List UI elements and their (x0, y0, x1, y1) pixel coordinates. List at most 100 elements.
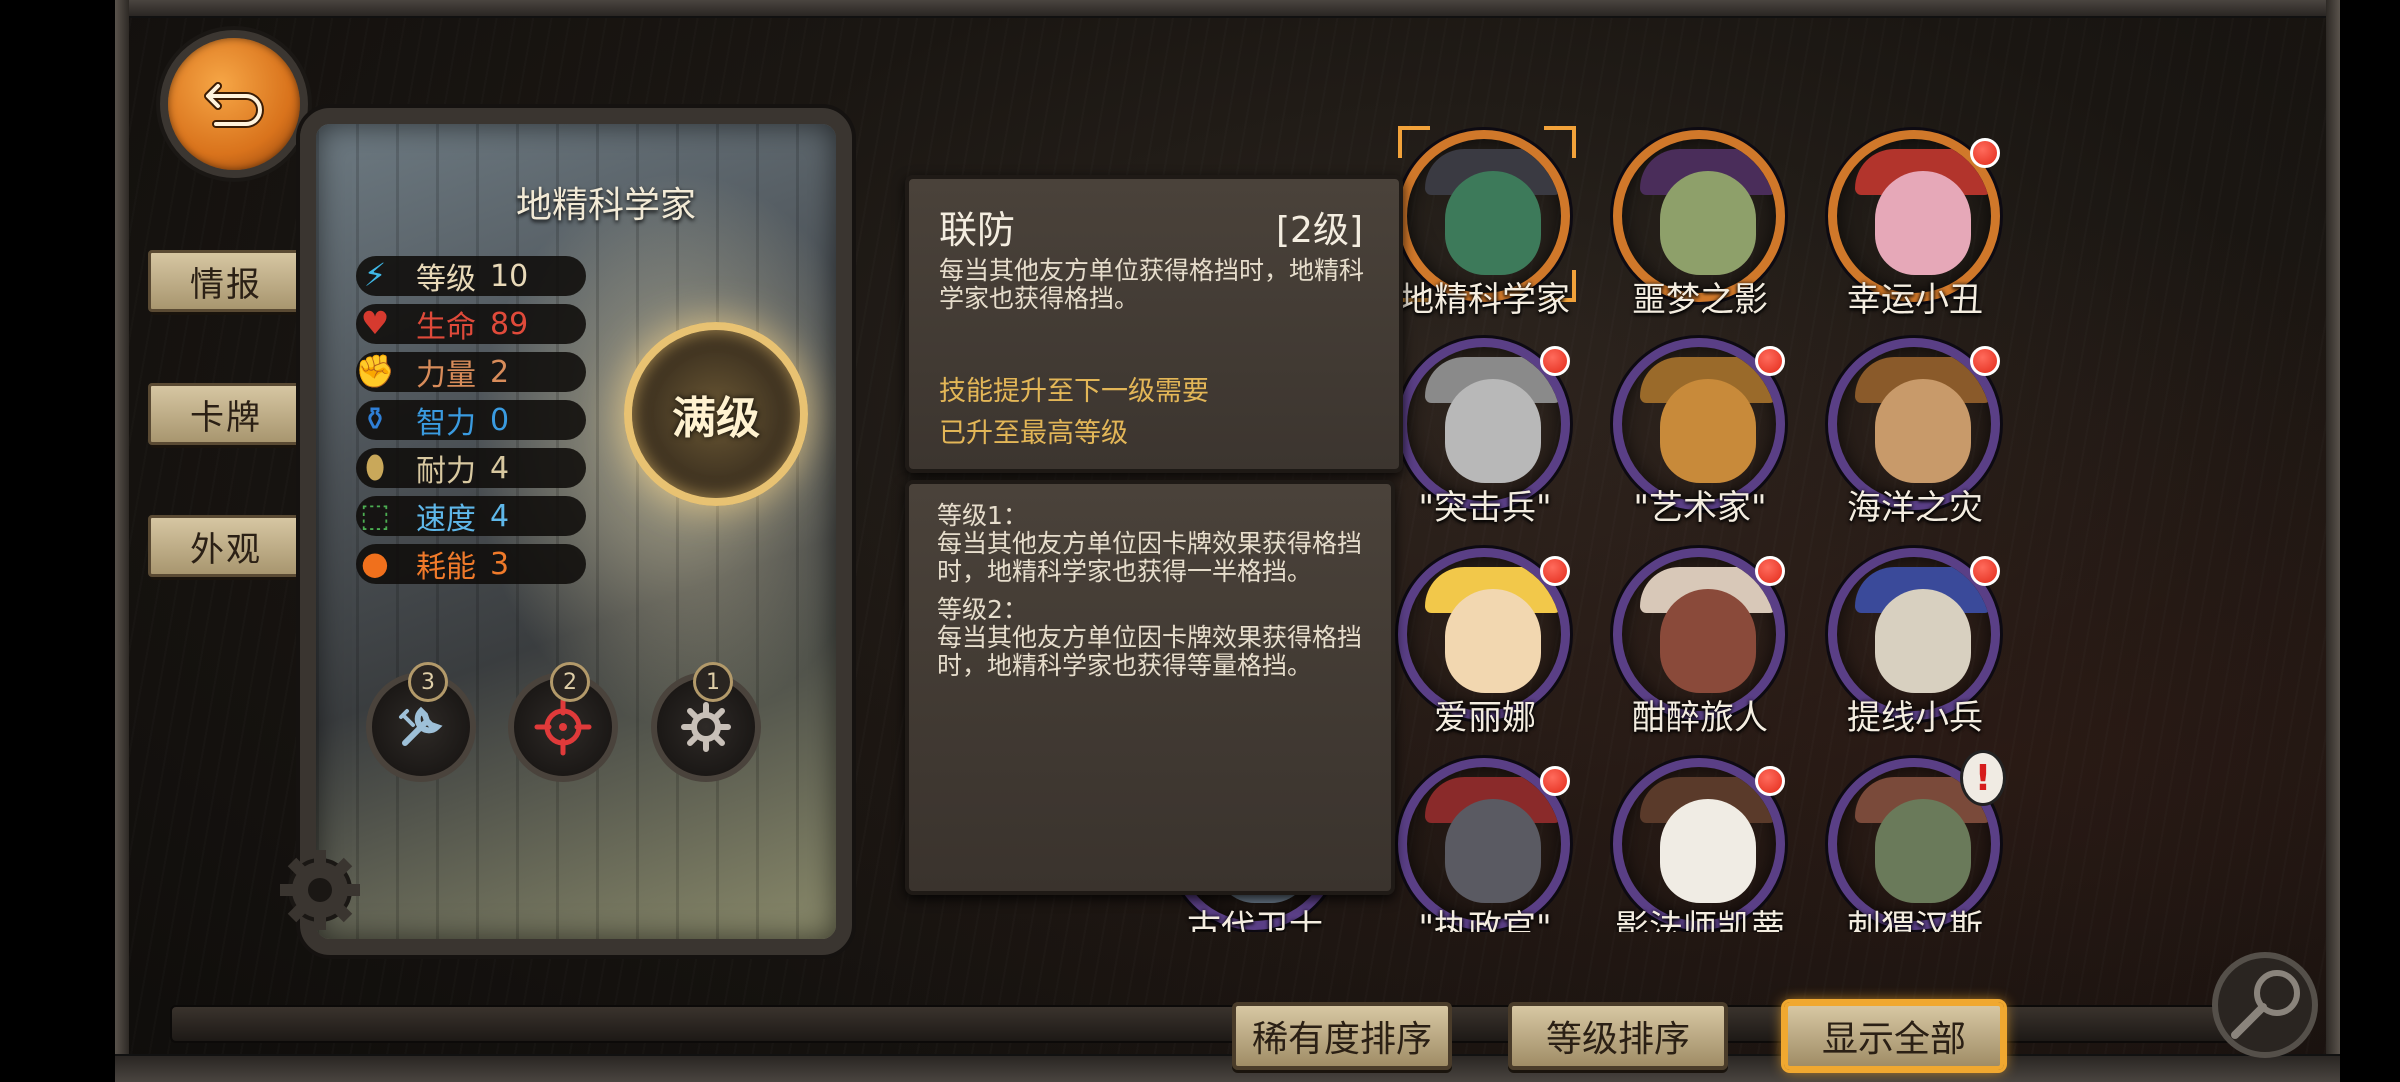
frame-right (2326, 0, 2340, 1080)
portrait-face (1445, 589, 1541, 693)
decorative-gear-icon (280, 850, 360, 930)
character-card[interactable]: 影法师凯蒂 (1605, 758, 1795, 932)
portrait-face (1445, 799, 1541, 903)
portrait-face (1875, 379, 1971, 483)
potion-icon: ⚱ (361, 400, 389, 438)
gear-icon (681, 702, 731, 752)
frame-top (115, 0, 2340, 18)
character-name-label: 影法师凯蒂 (1615, 908, 1785, 932)
character-card[interactable]: "突击兵" (1390, 338, 1580, 538)
character-card[interactable]: "艺术家" (1605, 338, 1795, 538)
stat-value: 89 (490, 306, 529, 342)
character-name-label: "突击兵" (1418, 488, 1552, 528)
stat-label: 力量 (416, 358, 476, 393)
character-card[interactable]: 噩梦之影 (1605, 130, 1795, 330)
frame-bottom (115, 1054, 2340, 1082)
character-name-label: 爱丽娜 (1434, 698, 1536, 738)
skill-level: [2级] (1276, 210, 1363, 251)
new-indicator-dot (1540, 556, 1570, 586)
new-indicator-dot (1755, 556, 1785, 586)
character-panel: 地精科学家 ⚡ 等级 10 ♥ 生命 89 ✊ 力量 2 ⚱ 智力 0 ⬮ 耐力 4 ⬚ 速度 4 ● 耗能 3 满级 … (300, 108, 852, 955)
stat-label: 耗能 (416, 550, 476, 585)
portrait-face (1660, 171, 1756, 275)
skill-slot-crosshair[interactable]: 2 (508, 662, 618, 782)
skill-level-badge: 1 (693, 662, 733, 702)
stat-value: 3 (490, 546, 510, 582)
skill-tooltip: 联防 [2级] 每当其他友方单位获得格挡时，地精科学家也获得格挡。 技能提升至下… (905, 175, 1403, 473)
new-indicator-dot (1540, 346, 1570, 376)
wrench-icon (399, 706, 443, 746)
stat-value: 0 (490, 402, 510, 438)
level-2-title: 等级2： (937, 595, 1028, 624)
character-card[interactable]: 地精科学家 (1390, 126, 1580, 330)
character-card[interactable]: "执政官" (1390, 758, 1580, 932)
character-name-label: 刺猬汉斯 (1847, 908, 1983, 932)
new-indicator-dot (1970, 556, 2000, 586)
boot-icon: ⬚ (359, 496, 391, 534)
sort-by-level-button[interactable]: 等级排序 (1508, 1002, 1728, 1070)
sort-by-rarity-button[interactable]: 稀有度排序 (1232, 1002, 1452, 1070)
character-name: 地精科学家 (515, 185, 696, 226)
tab-info[interactable]: 情报 (148, 250, 304, 312)
skill-level-details: 等级1： 每当其他友方单位因卡牌效果获得格挡时，地精科学家也获得一半格挡。 等级… (905, 480, 1395, 895)
crosshair-icon (534, 698, 592, 756)
upgrade-status: 已升至最高等级 (939, 418, 1128, 449)
level-1-title: 等级1： (937, 501, 1028, 530)
portrait-face (1445, 171, 1541, 275)
character-name-label: 古代卫士 (1187, 908, 1323, 932)
character-name-label: 噩梦之影 (1632, 280, 1768, 320)
stat-label: 生命 (416, 310, 476, 345)
character-name-label: 海洋之灾 (1847, 488, 1983, 528)
stat-label: 速度 (416, 502, 476, 537)
character-name-label: 幸运小丑 (1847, 280, 1983, 320)
level-2-text: 每当其他友方单位因卡牌效果获得格挡时，地精科学家也获得等量格挡。 (937, 623, 1363, 680)
stat-label: 智力 (416, 406, 476, 441)
portrait-face (1875, 589, 1971, 693)
stat-row: ♥ 生命 89 (356, 304, 586, 345)
character-name-label: 酣醉旅人 (1632, 698, 1768, 738)
stat-row: ⬮ 耐力 4 (356, 448, 586, 489)
portrait-face (1660, 589, 1756, 693)
character-card[interactable]: ! 刺猬汉斯 (1820, 750, 2010, 932)
stat-value: 4 (490, 450, 510, 486)
tab-appearance[interactable]: 外观 (148, 515, 304, 577)
character-card[interactable]: 爱丽娜 (1390, 548, 1580, 748)
back-button[interactable] (160, 30, 308, 178)
back-arrow-icon (204, 82, 264, 128)
skill-description: 每当其他友方单位获得格挡时，地精科学家也获得格挡。 (939, 256, 1365, 313)
stat-row: ⬚ 速度 4 (356, 496, 586, 537)
show-all-button[interactable]: 显示全部 (1784, 1002, 2004, 1070)
new-indicator-dot (1970, 346, 2000, 376)
skill-level-badge: 2 (550, 662, 590, 702)
character-card[interactable]: 提线小兵 (1820, 548, 2010, 748)
selection-corner (1544, 126, 1576, 158)
stat-row: ● 耗能 3 (356, 544, 586, 585)
new-indicator-dot (1970, 138, 2000, 168)
fist-icon: ✊ (355, 352, 395, 390)
skill-slot-wrench[interactable]: 3 (366, 662, 476, 782)
character-name-label: 地精科学家 (1400, 280, 1570, 320)
stat-label: 耐力 (416, 454, 476, 489)
character-card[interactable]: 海洋之灾 (1820, 338, 2010, 538)
selection-corner (1398, 126, 1430, 158)
character-card[interactable]: 酣醉旅人 (1605, 548, 1795, 748)
character-card[interactable]: 幸运小丑 (1820, 130, 2010, 330)
character-name-label: "艺术家" (1633, 488, 1767, 528)
stat-label: 等级 (416, 262, 476, 297)
stat-value: 4 (490, 498, 510, 534)
level-1-text: 每当其他友方单位因卡牌效果获得格挡时，地精科学家也获得一半格挡。 (937, 529, 1363, 586)
alert-icon: ! (1960, 750, 2006, 806)
new-indicator-dot (1755, 766, 1785, 796)
energy-orb-icon: ● (361, 544, 389, 582)
character-name-label: "执政官" (1418, 908, 1552, 932)
skill-slot-gear[interactable]: 1 (651, 662, 761, 782)
new-indicator-dot (1540, 766, 1570, 796)
character-name-label: 提线小兵 (1847, 698, 1983, 738)
portrait-face (1660, 799, 1756, 903)
portrait-face (1660, 379, 1756, 483)
shield-icon: ⬮ (364, 447, 386, 486)
max-level-badge: 满级 (624, 322, 808, 506)
zoom-gear-icon[interactable] (2185, 925, 2335, 1075)
tab-cards[interactable]: 卡牌 (148, 383, 304, 445)
portrait-face (1875, 171, 1971, 275)
